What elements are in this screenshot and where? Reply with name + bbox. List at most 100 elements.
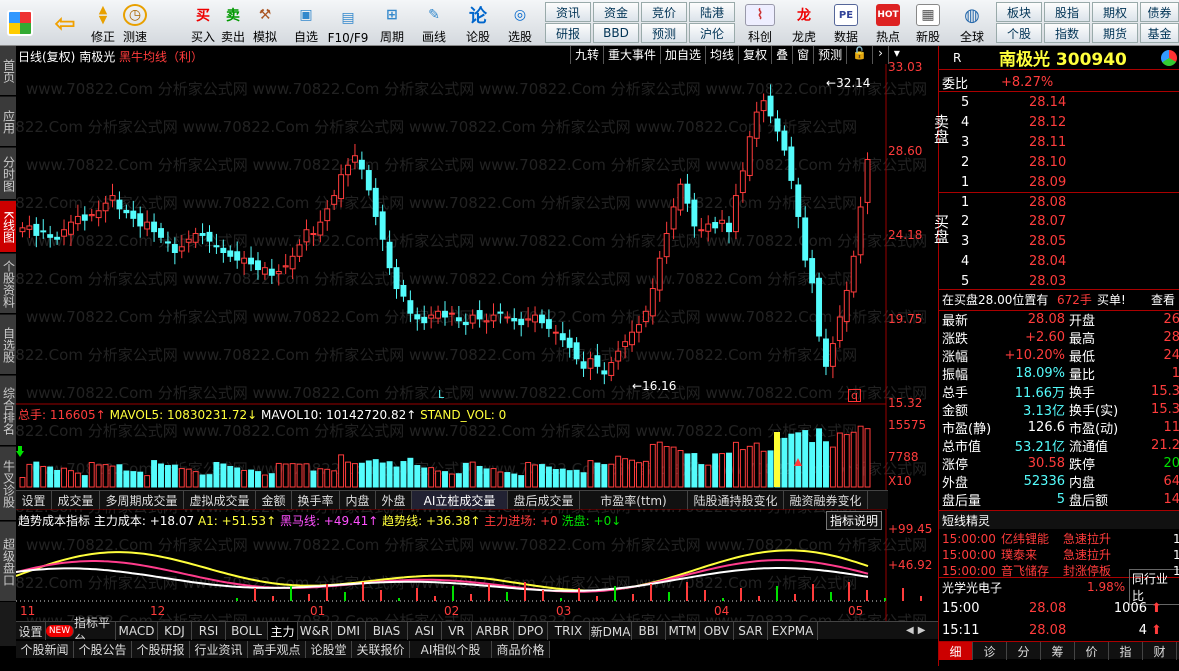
nav-apps[interactable]: 应用: [0, 97, 16, 147]
london-connect-button[interactable]: 沪伦: [689, 23, 735, 43]
forecast-button[interactable]: 预测: [641, 23, 687, 43]
footer-tab[interactable]: 个股新闻: [16, 641, 74, 658]
quote-tab[interactable]: 分: [1007, 642, 1041, 660]
back-button[interactable]: ⇦: [48, 1, 82, 45]
pick-stock-button[interactable]: ◎ 选股: [502, 1, 538, 45]
tool-jiuzhuan[interactable]: 九转: [570, 46, 603, 64]
volume-tab[interactable]: 虚拟成交量: [184, 491, 256, 509]
indicator-tab[interactable]: OBV: [700, 622, 734, 640]
nav-ranking[interactable]: 综合排名: [0, 376, 16, 446]
indicator-tab[interactable]: 主力: [268, 622, 298, 640]
indicator-tab[interactable]: EXPMA: [768, 622, 818, 640]
home-windows-button[interactable]: [4, 1, 36, 45]
funds-button[interactable]: 资金: [593, 2, 639, 22]
indicator-tab[interactable]: KDJ: [158, 622, 192, 640]
footer-tab[interactable]: 行业资讯: [190, 641, 248, 658]
marker-q[interactable]: q: [848, 389, 861, 402]
star-market-button[interactable]: ⌇ 科创: [740, 1, 780, 45]
volume-tab[interactable]: 多周期成交量: [100, 491, 184, 509]
volume-tab[interactable]: 设置: [16, 491, 52, 509]
tool-add-watch[interactable]: 加自选: [660, 46, 705, 64]
research-button[interactable]: 研报: [545, 23, 591, 43]
indicator-tab[interactable]: TRIX: [548, 622, 590, 640]
tool-adjust[interactable]: 复权: [738, 46, 771, 64]
quote-tab[interactable]: 指: [1109, 642, 1143, 660]
global-button[interactable]: ◍ 全球: [954, 1, 990, 45]
volume-tab[interactable]: 融资融券变化: [784, 491, 868, 509]
buy-button[interactable]: 买买入: [188, 1, 218, 45]
indicator-tab[interactable]: 设置: [16, 622, 46, 640]
footer-tab[interactable]: 高手观点: [248, 641, 306, 658]
volume-tab[interactable]: 内盘: [340, 491, 376, 509]
volume-tab[interactable]: 陆股通持股变化: [688, 491, 784, 509]
tool-predict[interactable]: 预测: [813, 46, 846, 64]
nav-super-board[interactable]: 超级盘口: [0, 522, 16, 602]
index-button[interactable]: 指数: [1044, 23, 1090, 43]
indicator-tab[interactable]: 指标平台: [74, 616, 116, 647]
quote-tab[interactable]: 细: [939, 642, 973, 660]
draw-button[interactable]: ✎ 画线: [416, 1, 452, 45]
speedtest-button[interactable]: ◷ 测速: [120, 1, 150, 45]
nav-kline[interactable]: K线图: [0, 201, 16, 253]
footer-tab[interactable]: 论股堂: [306, 641, 352, 658]
nav-profile[interactable]: 个股资料: [0, 254, 16, 314]
sector-button[interactable]: 板块: [996, 2, 1042, 22]
footer-tab[interactable]: 关联报价: [352, 641, 410, 658]
hk-connect-button[interactable]: 陆港: [689, 2, 735, 22]
quote-tab[interactable]: 筹: [1041, 642, 1075, 660]
indicator-tab[interactable]: MACD: [116, 622, 158, 640]
discuss-button[interactable]: 论论股: [462, 1, 494, 45]
fix-button[interactable]: ▲ ▼ 修正: [88, 1, 118, 45]
quote-tab[interactable]: 财: [1143, 642, 1177, 660]
footer-tab[interactable]: 个股研报: [132, 641, 190, 658]
indicator-tab[interactable]: VR: [442, 622, 472, 640]
quote-tab[interactable]: 价: [1075, 642, 1109, 660]
volume-tab[interactable]: 盘后成交量: [508, 491, 580, 509]
color-wheel-icon[interactable]: [1161, 49, 1177, 66]
indicator-tab[interactable]: DMI: [332, 622, 366, 640]
footer-tab[interactable]: 商品价格: [492, 641, 550, 658]
indicator-tab[interactable]: 新DMA: [590, 622, 632, 640]
tab-scroll-right-icon[interactable]: ▶: [918, 625, 926, 636]
kline-chart-area[interactable]: www.70822.Com 分析家公式网 www.70822.Com 分析家公式…: [16, 46, 938, 642]
news-button[interactable]: 资讯: [545, 2, 591, 22]
bbd-button[interactable]: BBD: [593, 23, 639, 43]
period-button[interactable]: ⊞ 周期: [374, 1, 410, 45]
indicator-tab[interactable]: ARBR: [472, 622, 514, 640]
nav-timeshare[interactable]: 分时图: [0, 148, 16, 200]
indicator-tab[interactable]: W&R: [298, 622, 332, 640]
lock-icon[interactable]: 🔓: [846, 46, 872, 64]
indicator-tab[interactable]: MTM: [666, 622, 700, 640]
indicator-tab[interactable]: BBI: [632, 622, 666, 640]
indicator-tab[interactable]: DPO: [514, 622, 548, 640]
simulate-button[interactable]: ⚒ 模拟: [250, 1, 280, 45]
watchlist-button[interactable]: ▣ 自选: [288, 1, 324, 45]
new-badge[interactable]: NEW: [46, 625, 74, 637]
nav-diagnosis[interactable]: 牛叉诊股: [0, 447, 16, 521]
bonds-button[interactable]: 债券: [1140, 2, 1179, 22]
quote-tab[interactable]: 诊: [973, 642, 1007, 660]
stock-button[interactable]: 个股: [996, 23, 1042, 43]
funds-list-button[interactable]: 基金: [1140, 23, 1179, 43]
volume-tab[interactable]: AI立桩成交量: [412, 491, 508, 509]
futures-button[interactable]: 期货: [1092, 23, 1138, 43]
footer-tab[interactable]: AI相似个股: [410, 641, 492, 658]
data-button[interactable]: PE 数据: [826, 1, 866, 45]
indicator-tab[interactable]: ASI: [408, 622, 442, 640]
indicator-explain-button[interactable]: 指标说明: [826, 511, 883, 530]
indicator-tab[interactable]: BIAS: [366, 622, 408, 640]
chevron-right-icon[interactable]: ›: [872, 46, 888, 64]
index-futures-button[interactable]: 股指: [1044, 2, 1090, 22]
sell-button[interactable]: 卖卖出: [218, 1, 248, 45]
nav-watchlist[interactable]: 自选股: [0, 315, 16, 375]
tool-events[interactable]: 重大事件: [603, 46, 660, 64]
footer-tab[interactable]: 个股公告: [74, 641, 132, 658]
tool-window[interactable]: 窗: [792, 46, 813, 64]
volume-tab[interactable]: 换手率: [292, 491, 340, 509]
volume-tab[interactable]: 外盘: [376, 491, 412, 509]
volume-tab[interactable]: 市盈率(ttm): [580, 491, 688, 509]
hot-button[interactable]: HOT 热点: [868, 1, 908, 45]
indicator-tab[interactable]: RSI: [192, 622, 226, 640]
ipo-button[interactable]: ▦ 新股: [910, 1, 946, 45]
f10-button[interactable]: ▤ F10/F9: [328, 1, 369, 45]
